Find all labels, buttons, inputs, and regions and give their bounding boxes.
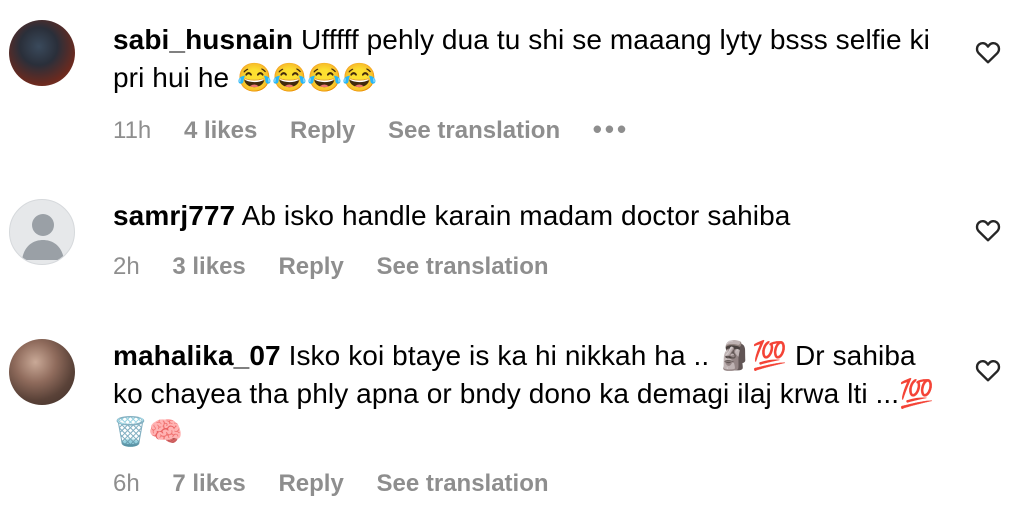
comment-time: 6h	[113, 470, 140, 497]
comment-text: sabi_husnain Ufffff pehly dua tu shi se …	[113, 21, 953, 97]
comment-time: 11h	[113, 117, 152, 144]
comment-text: samrj777 Ab isko handle karain madam doc…	[113, 197, 953, 235]
comment-likes[interactable]: 7 likes	[172, 470, 245, 497]
comment-text: mahalika_07 Isko koi btaye is ka hi nikk…	[113, 337, 953, 451]
heart-outline-icon[interactable]	[975, 358, 1001, 382]
reply-button[interactable]: Reply	[278, 470, 343, 497]
user-avatar[interactable]	[9, 339, 75, 405]
comment-meta: 6h 7 likes Reply See translation	[113, 470, 575, 498]
see-translation-button[interactable]: See translation	[376, 470, 548, 497]
comment-username[interactable]: sabi_husnain	[113, 24, 293, 55]
comment-username[interactable]: samrj777	[113, 200, 235, 231]
comment-time: 2h	[113, 253, 140, 280]
default-avatar-icon[interactable]	[9, 199, 75, 265]
comment-meta: 11h 4 likes Reply See translation •••	[113, 114, 655, 145]
more-options-icon[interactable]: •••	[593, 114, 629, 144]
comment-body: Ab isko handle karain madam doctor sahib…	[241, 200, 791, 231]
reply-button[interactable]: Reply	[290, 117, 355, 144]
reply-button[interactable]: Reply	[278, 253, 343, 280]
comment-meta: 2h 3 likes Reply See translation	[113, 253, 575, 281]
comment-likes[interactable]: 3 likes	[172, 253, 245, 280]
heart-outline-icon[interactable]	[975, 40, 1001, 64]
user-avatar[interactable]	[9, 20, 75, 86]
see-translation-button[interactable]: See translation	[388, 117, 560, 144]
heart-outline-icon[interactable]	[975, 218, 1001, 242]
see-translation-button[interactable]: See translation	[376, 253, 548, 280]
comment-username[interactable]: mahalika_07	[113, 340, 281, 371]
comment-likes[interactable]: 4 likes	[184, 117, 257, 144]
